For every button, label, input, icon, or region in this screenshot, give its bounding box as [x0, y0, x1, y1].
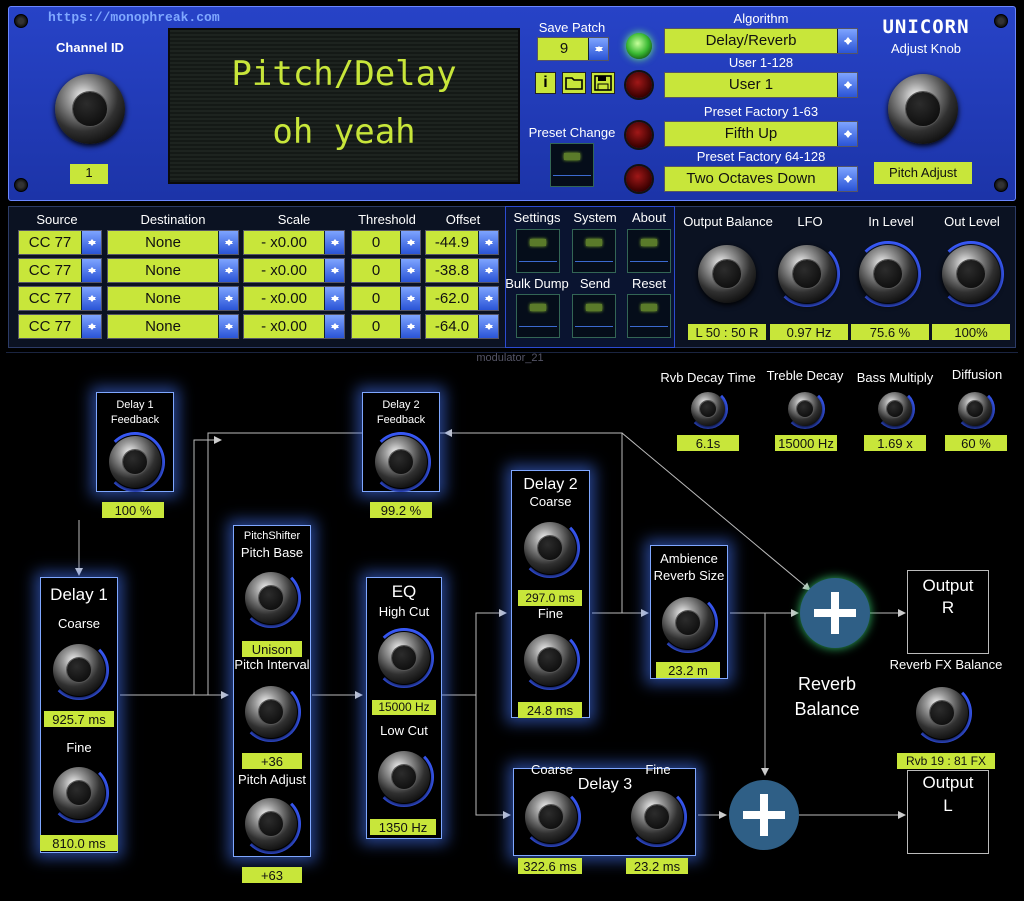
pitch-shifter-title: PitchShifter [243, 530, 301, 542]
eq-low-cut-label: Low Cut [380, 723, 428, 738]
eq-high-cut-knob[interactable] [378, 632, 430, 684]
delay1-feedback-title: Delay 1 [116, 399, 154, 411]
delay2-title: Delay 2 [523, 476, 578, 493]
delay2-fine-label: Fine [537, 606, 564, 621]
delay3-fine-knob[interactable] [631, 791, 683, 843]
reverb-fx-balance-label: Reverb FX Balance [889, 657, 1003, 672]
delay2-feedback-knob[interactable] [375, 436, 427, 488]
delay1-feedback-value: 100 % [102, 502, 164, 518]
pitch-base-knob[interactable] [245, 572, 297, 624]
pitch-base-label: Pitch Base [240, 545, 304, 560]
reverb-size-knob[interactable] [662, 597, 714, 649]
delay1-fine-label: Fine [66, 740, 92, 755]
ambience-subtitle: Reverb Size [653, 568, 725, 583]
delay3-coarse-knob[interactable] [525, 791, 577, 843]
delay2-feedback-subtitle: Feedback [376, 414, 426, 426]
pitch-interval-value: +36 [242, 753, 302, 769]
pitch-adjust-label: Pitch Adjust [238, 772, 306, 787]
reverb-balance-label-1: Reverb [797, 674, 857, 694]
mixer-l-plus-icon [729, 780, 799, 850]
delay2-coarse-label: Coarse [529, 494, 572, 509]
delay1-fine-knob[interactable] [53, 767, 105, 819]
eq-low-cut-knob[interactable] [378, 751, 430, 803]
delay2-feedback-title: Delay 2 [382, 399, 420, 411]
reverb-balance-label-2: Balance [794, 699, 860, 719]
delay1-feedback-subtitle: Feedback [110, 414, 160, 426]
delay3-coarse-label: Coarse [531, 762, 573, 777]
pitch-adjust-knob[interactable] [245, 798, 297, 850]
delay1-coarse-label: Coarse [58, 616, 100, 631]
delay3-fine-value: 23.2 ms [626, 858, 688, 874]
delay2-feedback-value: 99.2 % [370, 502, 432, 518]
reverb-size-value: 23.2 m [656, 662, 720, 678]
delay3-fine-label: Fine [645, 762, 671, 777]
pitch-adjust-value: +63 [242, 867, 302, 883]
pitch-interval-knob[interactable] [245, 686, 297, 738]
output-l-title: Output [922, 773, 974, 792]
eq-high-cut-label: High Cut [378, 604, 430, 619]
delay1-title: Delay 1 [50, 585, 108, 604]
delay1-coarse-knob[interactable] [53, 644, 105, 696]
delay1-feedback-knob[interactable] [109, 436, 161, 488]
delay2-coarse-knob[interactable] [524, 522, 576, 574]
mixer-r-plus-icon [800, 578, 870, 648]
delay3-title: Delay 3 [577, 776, 633, 793]
delay1-fine-value: 810.0 ms [40, 835, 118, 851]
delay2-fine-knob[interactable] [524, 634, 576, 686]
reverb-fx-balance-value: Rvb 19 : 81 FX [897, 753, 995, 769]
ambience-title: Ambience [660, 551, 718, 566]
output-r-title: Output [922, 576, 974, 595]
eq-high-cut-value: 15000 Hz [372, 700, 436, 715]
delay1-coarse-value: 925.7 ms [44, 711, 114, 727]
output-r-channel: R [941, 598, 955, 617]
delay2-coarse-value: 297.0 ms [518, 590, 582, 606]
delay2-fine-value: 24.8 ms [518, 702, 582, 718]
eq-low-cut-value: 1350 Hz [370, 819, 436, 835]
delay3-coarse-value: 322.6 ms [518, 858, 582, 874]
pitch-base-value: Unison [242, 641, 302, 657]
eq-title: EQ [391, 582, 417, 601]
output-l-channel: L [943, 796, 953, 815]
reverb-fx-balance-knob[interactable] [916, 687, 968, 739]
pitch-interval-label: Pitch Interval [234, 657, 310, 672]
